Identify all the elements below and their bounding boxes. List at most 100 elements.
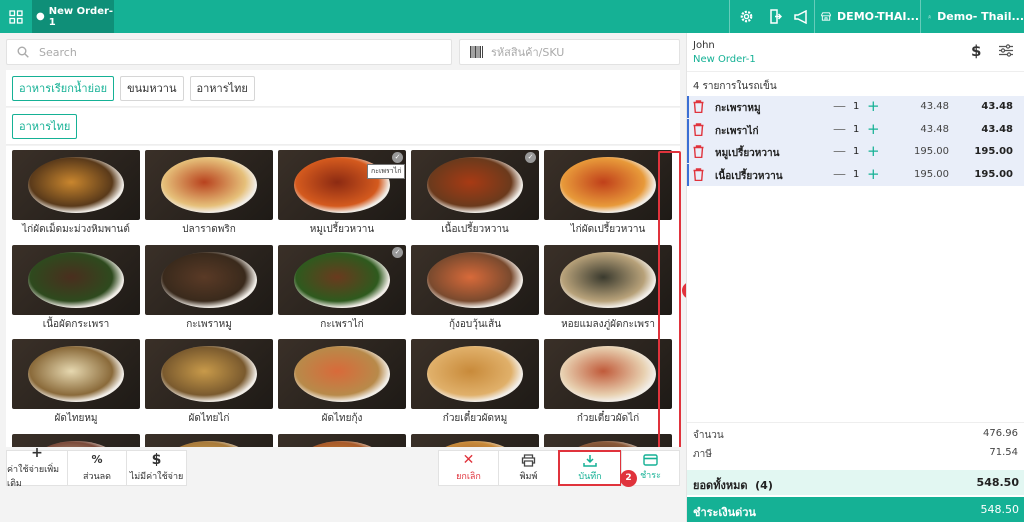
- save-label: บันทึก: [578, 471, 602, 482]
- user-name: Demo- Thail...: [937, 10, 1024, 23]
- trash-icon[interactable]: [693, 122, 704, 136]
- selected-check-icon: ✓: [392, 247, 403, 258]
- settings-gear-icon[interactable]: [731, 0, 761, 33]
- product-card[interactable]: กะเพราหมู: [145, 245, 273, 334]
- product-card[interactable]: ผัดไทยไก่: [145, 339, 273, 428]
- plus-icon[interactable]: +: [867, 120, 880, 138]
- product-card[interactable]: หอยแมลงภู่ผัดกะเพรา: [544, 245, 672, 334]
- category-chip-thai-food[interactable]: อาหารไทย: [189, 75, 255, 101]
- search-input[interactable]: Search: [6, 39, 452, 65]
- product-card[interactable]: ✓ กะเพราไก่: [278, 245, 406, 334]
- product-image: [145, 339, 273, 409]
- dish-plate: [28, 157, 124, 213]
- product-tooltip: กะเพราไก่: [367, 164, 406, 179]
- order-tab[interactable]: ● New Order-1: [32, 0, 114, 33]
- dish-plate: [161, 252, 257, 308]
- product-image: [544, 339, 672, 409]
- sku-input[interactable]: รหัสสินค้า/SKU: [459, 39, 680, 65]
- minus-icon[interactable]: —: [833, 167, 846, 182]
- user-menu[interactable]: Demo- Thail...: [928, 0, 1024, 33]
- trash-icon[interactable]: [693, 100, 704, 113]
- minus-icon[interactable]: —: [833, 99, 846, 114]
- cart-item-total: 195.00: [974, 146, 1013, 157]
- category-chip-desserts[interactable]: ขนมหวาน: [120, 75, 184, 101]
- plus-icon[interactable]: +: [867, 142, 880, 160]
- product-card[interactable]: ไก่ผัดเม็ดมะม่วงหิมพานต์: [12, 150, 140, 239]
- cart-row[interactable]: กะเพราไก่ — 1 +43.48 43.48: [687, 118, 1024, 141]
- pay-label: ชำระ: [640, 471, 661, 481]
- cart-item-qty: 1: [853, 168, 860, 180]
- product-card[interactable]: ✓ เนื้อเปรี้ยวหวาน: [411, 150, 539, 239]
- cart-item-total: 195.00: [974, 168, 1013, 180]
- product-name: ปลาราดพริก: [182, 224, 236, 235]
- plus-icon[interactable]: +: [867, 97, 880, 115]
- subcategory-chip-thai-food[interactable]: อาหารไทย: [12, 113, 78, 139]
- product-card[interactable]: ก๋วยเตี๋ยวผัดไก่: [544, 339, 672, 428]
- save-button[interactable]: บันทึก: [558, 450, 622, 486]
- subcategory-row: อาหารไทย: [6, 108, 680, 145]
- product-image: [411, 339, 539, 409]
- discount-label: ส่วนลด: [82, 472, 112, 482]
- credit-card-icon: [643, 454, 658, 466]
- cart-row[interactable]: หมูเปรี้ยวหวาน — 1 +195.00 195.00: [687, 141, 1024, 163]
- search-placeholder: Search: [39, 45, 77, 59]
- product-card[interactable]: ไก่ผัดเปรี้ยวหวาน: [544, 150, 672, 239]
- discount-button[interactable]: % ส่วนลด: [67, 450, 127, 486]
- category-chip-appetizers[interactable]: อาหารเรียกน้ำย่อย: [12, 75, 115, 101]
- subtotal-value: 476.96: [983, 428, 1018, 439]
- cart-row[interactable]: เนื้อเปรี้ยวหวาน — 1 +195.00 195.00: [687, 163, 1024, 186]
- sku-placeholder: รหัสสินค้า/SKU: [491, 46, 565, 59]
- dish-plate: [294, 252, 390, 308]
- apps-grid-icon[interactable]: [0, 0, 32, 33]
- user-icon: [928, 14, 932, 19]
- product-name: ไก่ผัดเปรี้ยวหวาน: [570, 224, 646, 235]
- product-card[interactable]: ปลาราดพริก: [145, 150, 273, 239]
- divider: [687, 422, 1024, 423]
- download-save-icon: [583, 454, 597, 467]
- product-image: [411, 245, 539, 315]
- product-card[interactable]: ก๋วยเตี๋ยวผัดหมู: [411, 339, 539, 428]
- cancel-label: ยกเลิก: [456, 472, 481, 482]
- store-selector[interactable]: DEMO-THAI...: [821, 0, 919, 33]
- store-name: DEMO-THAI...: [837, 10, 919, 23]
- cart-count: 4 รายการในรถเข็น: [693, 81, 777, 92]
- dish-plate: [161, 346, 257, 402]
- product-image: [12, 339, 140, 409]
- minus-icon[interactable]: —: [833, 144, 846, 159]
- trash-icon[interactable]: [693, 145, 704, 158]
- product-card[interactable]: เนื้อผัดกระเพรา: [12, 245, 140, 334]
- quick-pay-button[interactable]: ชำระเงินด่วน 548.50: [687, 497, 1024, 522]
- dish-plate: [427, 346, 523, 402]
- sliders-icon[interactable]: [999, 44, 1013, 57]
- plus-icon: +: [31, 445, 43, 461]
- exit-icon[interactable]: [760, 0, 790, 33]
- announcement-megaphone-icon[interactable]: [787, 0, 817, 33]
- no-charge-button[interactable]: $ ไม่มีค่าใช้จ่าย: [126, 450, 187, 486]
- category-row: อาหารเรียกน้ำย่อย ขนมหวาน อาหารไทย: [6, 70, 680, 107]
- dish-plate: [560, 252, 656, 308]
- top-bar: ● New Order-1 DEMO-THAI... Demo- Thail..…: [0, 0, 1024, 33]
- dish-plate: [427, 252, 523, 308]
- product-name: ผัดไทยกุ้ง: [321, 413, 363, 424]
- dish-plate: [294, 346, 390, 402]
- dollar-icon[interactable]: $: [971, 42, 981, 60]
- product-name: หมูเปรี้ยวหวาน: [309, 224, 375, 235]
- customer-name[interactable]: John: [693, 40, 715, 51]
- dish-plate: [560, 346, 656, 402]
- cart-item-name: หมูเปรี้ยวหวาน: [715, 148, 780, 159]
- product-card[interactable]: ผัดไทยหมู: [12, 339, 140, 428]
- minus-icon[interactable]: —: [833, 122, 846, 137]
- print-button[interactable]: พิมพ์: [498, 450, 559, 486]
- cart-row[interactable]: กะเพราหมู — 1 +43.48 43.48: [687, 96, 1024, 118]
- product-card[interactable]: ผัดไทยกุ้ง: [278, 339, 406, 428]
- extra-charge-button[interactable]: + ค่าใช้จ่ายเพิ่มเติม: [6, 446, 68, 489]
- order-name: New Order-1: [693, 54, 756, 65]
- trash-icon[interactable]: [693, 167, 704, 181]
- plus-icon[interactable]: +: [867, 165, 880, 183]
- cancel-button[interactable]: ✕ ยกเลิก: [438, 450, 499, 486]
- annotation-badge-2: 2: [620, 470, 637, 487]
- extra-charge-label: ค่าใช้จ่ายเพิ่มเติม: [7, 465, 60, 489]
- product-card[interactable]: กุ้งอบวุ้นเส้น: [411, 245, 539, 334]
- tax-label: ภาษี: [693, 449, 712, 460]
- grand-total-label: ยอดทั้งหมด (4): [693, 479, 773, 492]
